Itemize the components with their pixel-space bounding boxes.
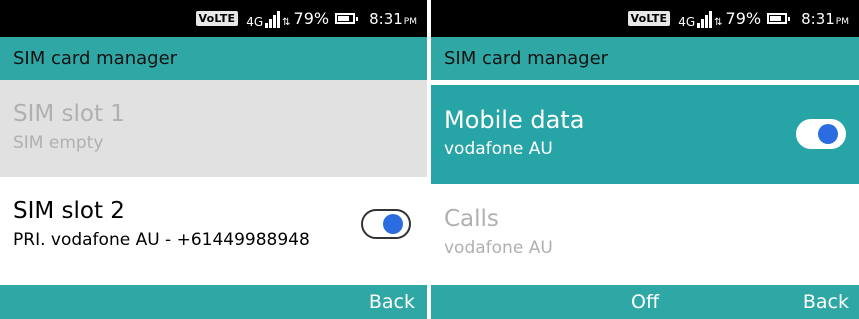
battery-fill — [770, 16, 782, 21]
list-item-subtitle: SIM empty — [13, 133, 104, 153]
list-item-title: Calls — [444, 206, 499, 232]
list-item-calls[interactable]: Calls vodafone AU — [431, 184, 859, 285]
battery-icon — [767, 13, 791, 24]
clock-time: 8:31 — [369, 9, 403, 28]
toggle-knob — [818, 124, 838, 144]
battery-icon — [335, 13, 359, 24]
page-title: SIM card manager — [431, 37, 859, 80]
list-item-sim-slot-1[interactable]: SIM slot 1 SIM empty — [0, 80, 427, 177]
back-softkey[interactable]: Back — [803, 291, 849, 313]
page-title: SIM card manager — [0, 37, 427, 80]
network-type: 4G — [678, 14, 696, 29]
data-arrows-icon: ⇅ — [714, 16, 723, 28]
mobile-data-toggle[interactable] — [796, 119, 846, 149]
signal-bars-icon — [697, 10, 713, 28]
list-item-subtitle: vodafone AU — [444, 139, 553, 159]
softkey-bar: Back — [0, 285, 427, 319]
phone-screen-sim-manager: VoLTE 4G ⇅ 79% 8:31PM SIM card manager S… — [0, 0, 427, 319]
list-item-title: SIM slot 1 — [13, 101, 125, 127]
phone-screen-sim-manager-detail: VoLTE 4G ⇅ 79% 8:31PM SIM card manager M… — [431, 0, 859, 319]
clock-time: 8:31 — [801, 9, 835, 28]
softkey-bar: Off Back — [431, 285, 859, 319]
clock: 8:31PM — [369, 10, 417, 28]
clock: 8:31PM — [801, 10, 849, 28]
clock-ampm: PM — [835, 16, 849, 27]
network-indicator: 4G ⇅ — [678, 10, 723, 28]
network-indicator: 4G ⇅ — [246, 10, 291, 28]
data-arrows-icon: ⇅ — [282, 16, 291, 28]
volte-badge: VoLTE — [627, 11, 671, 26]
sim-slot-2-toggle[interactable] — [361, 209, 411, 239]
status-bar: VoLTE 4G ⇅ 79% 8:31PM — [0, 0, 427, 37]
volte-badge: VoLTE — [195, 11, 239, 26]
network-type: 4G — [246, 14, 264, 29]
off-softkey[interactable]: Off — [631, 291, 659, 313]
battery-percent: 79% — [725, 9, 762, 28]
toggle-knob — [383, 214, 403, 234]
battery-fill — [338, 16, 350, 21]
list-item-mobile-data[interactable]: Mobile data vodafone AU — [431, 85, 859, 184]
list-item-subtitle: vodafone AU — [444, 238, 553, 258]
status-bar: VoLTE 4G ⇅ 79% 8:31PM — [431, 0, 859, 37]
signal-bars-icon — [265, 10, 281, 28]
back-softkey[interactable]: Back — [369, 291, 415, 313]
clock-ampm: PM — [403, 16, 417, 27]
battery-percent: 79% — [293, 9, 330, 28]
